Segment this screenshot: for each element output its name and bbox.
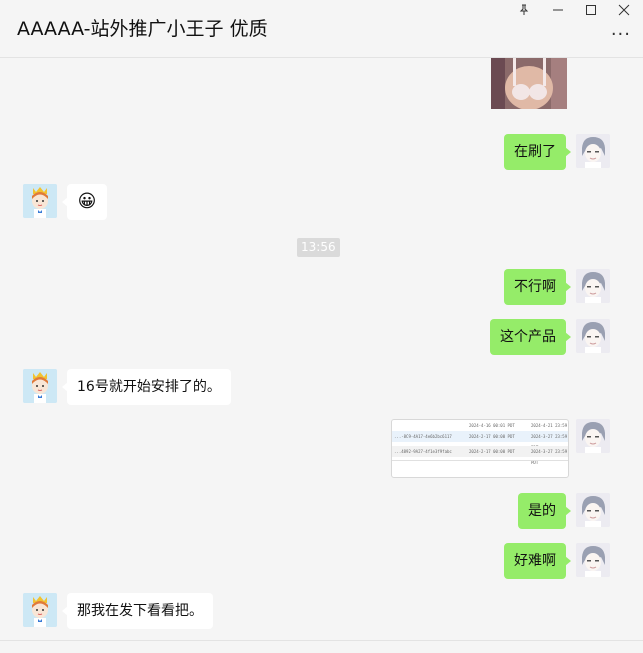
screenshot-cell: ...4892-9A27-4f1e3f9fabc (394, 449, 452, 454)
pin-icon[interactable] (509, 0, 539, 20)
my-avatar[interactable] (576, 493, 610, 527)
message-bubble[interactable]: 是的 (518, 493, 571, 529)
my-avatar[interactable] (576, 269, 610, 303)
message-text: 这个产品 (500, 329, 556, 345)
screenshot-cell: 2024-2-17 00:00 PDT (469, 449, 515, 454)
message-text: 不行啊 (514, 279, 556, 295)
divider (392, 460, 568, 461)
message-bubble[interactable]: 这个产品 (490, 319, 571, 355)
my-avatar[interactable] (576, 419, 610, 453)
my-avatar[interactable] (576, 319, 610, 353)
screenshot-cell: 2024-4-16 00:01 PDT (469, 423, 515, 428)
message-photo[interactable] (491, 58, 567, 109)
screenshot-cell: 2024-2-17 00:00 PDT (469, 434, 515, 439)
chat-title: AAAAA-站外推广小王子 优质 (17, 18, 268, 40)
more-icon[interactable]: ··· (611, 24, 631, 45)
message-screenshot[interactable]: 2024-4-16 00:01 PDT 2024-4-21 23:59 PDT … (391, 419, 569, 478)
divider (0, 640, 643, 641)
message-text: 在刷了 (514, 144, 556, 160)
contact-avatar[interactable] (23, 593, 57, 627)
message-bubble[interactable]: 那我在发下看看把。 (62, 593, 213, 629)
maximize-icon[interactable] (576, 0, 606, 20)
message-bubble[interactable]: 在刷了 (504, 134, 571, 170)
smile-emoji-icon: 😀 (77, 191, 97, 212)
message-bubble[interactable]: 16号就开始安排了的。 (62, 369, 231, 405)
title-bar: AAAAA-站外推广小王子 优质 ··· (0, 0, 643, 58)
message-text: 那我在发下看看把。 (77, 603, 203, 619)
contact-avatar[interactable] (23, 369, 57, 403)
screenshot-cell: 2024-3-27 23:59 PDT (531, 449, 568, 465)
timestamp: 13:56 (297, 238, 340, 257)
message-bubble[interactable]: 好难啊 (504, 543, 571, 579)
close-icon[interactable] (609, 0, 639, 20)
contact-avatar[interactable] (23, 184, 57, 218)
message-text: 好难啊 (514, 553, 556, 569)
chat-area[interactable]: 在刷了 😀 13:56 不行啊 这个产品 16号就开始安排了的。 2024-4-… (0, 58, 643, 640)
message-text: 16号就开始安排了的。 (77, 379, 221, 395)
screenshot-row: ...4892-9A27-4f1e3f9fabc 2024-2-17 00:00… (392, 446, 568, 465)
screenshot-row: ...-8C9-4A17-4e6b2bc6117 2024-2-17 00:00… (392, 431, 568, 450)
minimize-icon[interactable] (543, 0, 573, 20)
my-avatar[interactable] (576, 543, 610, 577)
screenshot-cell: ...-8C9-4A17-4e6b2bc6117 (394, 434, 452, 439)
message-bubble[interactable]: 😀 (62, 184, 107, 220)
my-avatar[interactable] (576, 134, 610, 168)
message-bubble[interactable]: 不行啊 (504, 269, 571, 305)
screenshot-row: 2024-4-16 00:01 PDT 2024-4-21 23:59 PDT (392, 420, 568, 439)
message-text: 是的 (528, 503, 556, 519)
